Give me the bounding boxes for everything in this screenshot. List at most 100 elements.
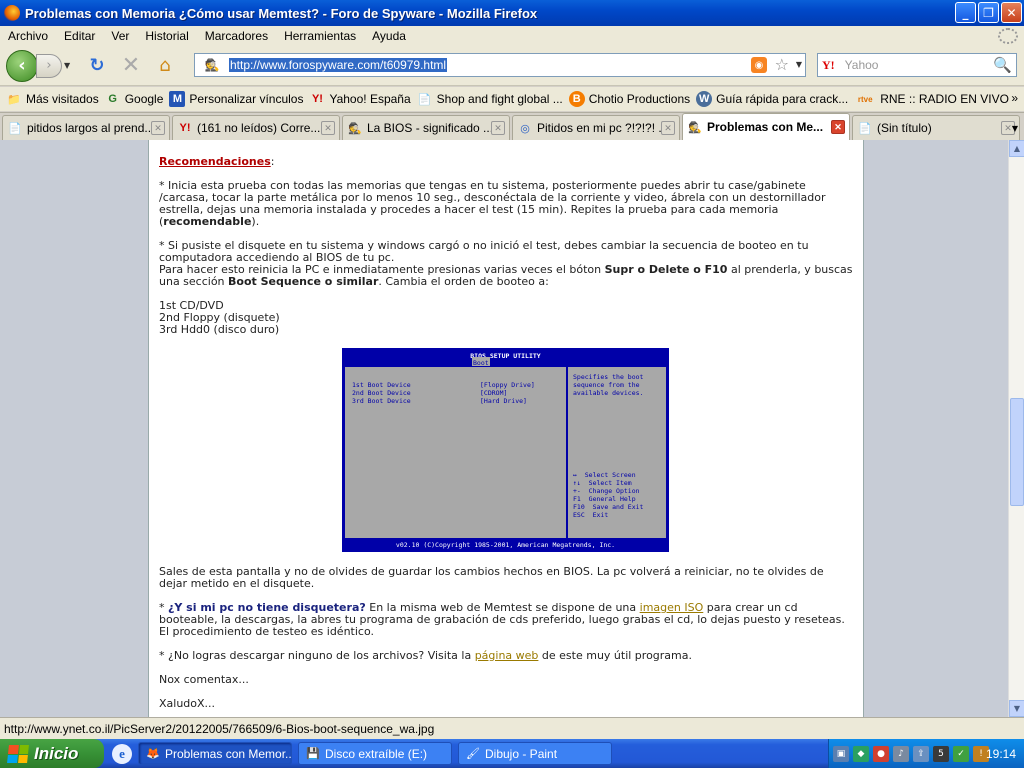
firefox-icon: 🦊 bbox=[146, 748, 160, 760]
forum-post: Recomendaciones: * Inicia esta prueba co… bbox=[148, 140, 864, 717]
internet-explorer-icon[interactable]: e bbox=[112, 743, 132, 764]
url-bar[interactable]: 🕵 http://www.forospyware.com/t60979.html… bbox=[194, 53, 806, 77]
home-icon[interactable]: ⌂ bbox=[152, 53, 178, 79]
bookmark-personalizar[interactable]: M Personalizar vínculos bbox=[169, 91, 303, 107]
bookmark-star-icon[interactable]: ☆ bbox=[775, 55, 789, 74]
content-area: Recomendaciones: * Inicia esta prueba co… bbox=[0, 140, 1008, 717]
tab-pitidos-pc[interactable]: ◎ Pitidos en mi pc ?!?!?! ... ✕ bbox=[512, 115, 680, 140]
menu-archivo[interactable]: Archivo bbox=[0, 29, 56, 43]
search-bar[interactable]: Y! Yahoo 🔍 bbox=[817, 53, 1017, 77]
bios-screenshot-image[interactable]: BIOS SETUP UTILITY Boot 1st Boot Device … bbox=[342, 348, 669, 552]
menu-marcadores[interactable]: Marcadores bbox=[197, 29, 276, 43]
messenger-icon[interactable]: ● bbox=[873, 745, 889, 762]
paragraph-4: * ¿Y si mi pc no tiene disquetera? En la… bbox=[159, 601, 845, 638]
bookmark-google[interactable]: G Google bbox=[105, 91, 163, 107]
boot-order-list: 1st CD/DVD 2nd Floppy (disquete) 3rd Hdd0 … bbox=[159, 299, 280, 336]
page-icon: 📄 bbox=[8, 122, 22, 135]
scrollbar-thumb[interactable] bbox=[1010, 398, 1024, 506]
bios-row-label: 3rd Boot Device bbox=[352, 397, 411, 405]
url-dropdown-icon[interactable]: ▼ bbox=[796, 60, 802, 69]
paragraph-2: * Si pusiste el disquete en tu sistema y… bbox=[159, 239, 853, 288]
bios-help-panel: Specifies the boot sequence from the ava… bbox=[567, 366, 667, 539]
paint-icon: 🖌 bbox=[466, 748, 480, 760]
taskbar-item-paint[interactable]: 🖌 Dibujo - Paint bbox=[458, 742, 612, 765]
taskbar: Inicio e 🦊 Problemas con Memor... 💾 Disco … bbox=[0, 739, 1024, 768]
windows-flag-icon bbox=[7, 744, 29, 763]
firefox-icon bbox=[4, 5, 20, 21]
paragraph-3: Sales de esta pantalla y no de olvides d… bbox=[159, 565, 824, 590]
rss-icon[interactable]: ◉ bbox=[751, 57, 767, 73]
close-button[interactable]: ✕ bbox=[1001, 2, 1022, 23]
bookmarks-toolbar: 📁 Más visitados G Google M Personalizar vín… bbox=[0, 87, 1024, 111]
tab-bar: 📄 pitidos largos al prend... ✕ Y! (161 no l… bbox=[0, 112, 1024, 140]
menu-ayuda[interactable]: Ayuda bbox=[364, 29, 414, 43]
vertical-scrollbar[interactable]: ▲ ▼ bbox=[1008, 140, 1024, 717]
search-input[interactable]: Yahoo bbox=[845, 58, 879, 72]
bookmark-yahoo[interactable]: Y! Yahoo! España bbox=[309, 91, 411, 107]
update-icon[interactable]: ✓ bbox=[953, 745, 969, 762]
tab-la-bios[interactable]: 🕵 La BIOS - significado ... ✕ bbox=[342, 115, 510, 140]
calendar-icon[interactable]: 5 bbox=[933, 745, 949, 762]
status-text: http://www.ynet.co.il/PicServer2/2012200… bbox=[4, 721, 435, 736]
back-button[interactable]: ‹ bbox=[6, 49, 38, 82]
menu-historial[interactable]: Historial bbox=[137, 29, 196, 43]
minimize-button[interactable]: _ bbox=[955, 2, 976, 23]
tab-problemas-memoria[interactable]: 🕵 Problemas con Me... ✕ bbox=[682, 113, 850, 140]
start-button[interactable]: Inicio bbox=[0, 739, 104, 768]
yahoo-icon: Y! bbox=[311, 93, 323, 105]
menu-herramientas[interactable]: Herramientas bbox=[276, 29, 364, 43]
folder-icon: 📁 bbox=[7, 93, 21, 106]
forward-button[interactable]: › bbox=[36, 53, 62, 78]
tab-sin-titulo[interactable]: 📄 (Sin título) ✕ bbox=[852, 115, 1020, 140]
taskbar-item-firefox[interactable]: 🦊 Problemas con Memor... bbox=[138, 742, 292, 765]
title-bar: Problemas con Memoria ¿Cómo usar Memtest… bbox=[0, 0, 1024, 26]
bookmark-mas-visitados[interactable]: 📁 Más visitados bbox=[6, 91, 99, 107]
throbber-icon bbox=[998, 28, 1018, 44]
bios-key-legend: ↔ Select Screen ↑↓ Select Item +- Change… bbox=[573, 471, 644, 519]
tab-yahoo-correo[interactable]: Y! (161 no leídos) Corre... ✕ bbox=[172, 115, 340, 140]
bookmark-guia[interactable]: W Guía rápida para crack... bbox=[696, 91, 848, 107]
history-dropdown-icon[interactable]: ▼ bbox=[64, 61, 76, 70]
bookmarks-overflow-icon[interactable]: » bbox=[1011, 91, 1018, 105]
taskbar-item-disco[interactable]: 💾 Disco extraíble (E:) bbox=[298, 742, 452, 765]
page-icon: 📄 bbox=[858, 122, 872, 135]
signature-2: XaludoX... bbox=[159, 697, 216, 710]
back-arrow-icon: ‹ bbox=[18, 55, 26, 76]
tab-close-icon[interactable]: ✕ bbox=[831, 120, 845, 134]
stop-icon[interactable]: ✕ bbox=[118, 53, 144, 79]
volume-icon[interactable]: ♪ bbox=[893, 745, 909, 762]
safely-remove-icon[interactable]: ⇪ bbox=[913, 745, 929, 762]
tab-pitidos-largos[interactable]: 📄 pitidos largos al prend... ✕ bbox=[2, 115, 170, 140]
yahoo-engine-icon[interactable]: Y! bbox=[822, 58, 835, 73]
recommendations-heading: Recomendaciones bbox=[159, 155, 271, 168]
bios-row-value: [Hard Drive] bbox=[480, 397, 527, 405]
network-icon[interactable]: ▣ bbox=[833, 745, 849, 762]
status-bar: http://www.ynet.co.il/PicServer2/2012200… bbox=[0, 717, 1024, 739]
url-input[interactable]: http://www.forospyware.com/t60979.html bbox=[229, 58, 448, 72]
bookmark-rne[interactable]: rtve RNE :: RADIO EN VIVO bbox=[854, 91, 1009, 107]
menu-ver[interactable]: Ver bbox=[103, 29, 137, 43]
menu-editar[interactable]: Editar bbox=[56, 29, 103, 43]
bookmark-chotio[interactable]: B Chotio Productions bbox=[568, 91, 690, 107]
google-icon: G bbox=[108, 93, 117, 105]
antivirus-icon[interactable]: ◆ bbox=[853, 745, 869, 762]
reload-icon[interactable]: ↻ bbox=[84, 53, 110, 79]
tab-close-icon[interactable]: ✕ bbox=[151, 121, 165, 135]
tab-list-dropdown-icon[interactable]: ▼ bbox=[1006, 118, 1024, 138]
search-icon[interactable]: 🔍 bbox=[993, 56, 1012, 74]
scroll-up-icon[interactable]: ▲ bbox=[1009, 140, 1024, 157]
tab-close-icon[interactable]: ✕ bbox=[491, 121, 505, 135]
post-body: Recomendaciones: * Inicia esta prueba co… bbox=[159, 156, 855, 717]
system-tray: ▣ ◆ ● ♪ ⇪ 5 ✓ ! 19:14 bbox=[828, 739, 1024, 768]
maximize-button[interactable]: ❐ bbox=[978, 2, 999, 23]
scroll-down-icon[interactable]: ▼ bbox=[1009, 700, 1024, 717]
bios-footer: v02.10 (C)Copyright 1985-2001, American … bbox=[395, 541, 616, 549]
tab-close-icon[interactable]: ✕ bbox=[661, 121, 675, 135]
bookmark-shop[interactable]: 📄 Shop and fight global ... bbox=[417, 91, 563, 107]
spy-icon: 🕵 bbox=[688, 121, 702, 134]
msn-icon: M bbox=[169, 91, 186, 107]
navigation-toolbar: ‹ › ▼ ↻ ✕ ⌂ 🕵 http://www.forospyware.com… bbox=[0, 46, 1024, 86]
web-page-link[interactable]: página web bbox=[475, 649, 539, 662]
tab-close-icon[interactable]: ✕ bbox=[321, 121, 335, 135]
globe-icon: ◎ bbox=[520, 122, 530, 135]
